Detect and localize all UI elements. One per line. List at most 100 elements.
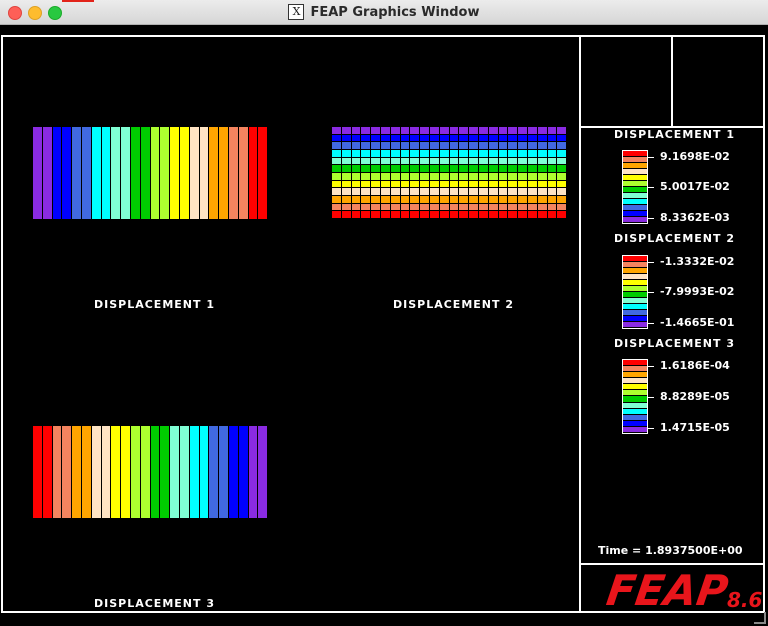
x11-icon: X	[288, 4, 305, 20]
mesh-cell	[527, 150, 538, 158]
mesh-cell	[547, 142, 558, 151]
mesh-cell	[351, 127, 362, 135]
contour-band	[91, 127, 102, 219]
mesh-cell	[518, 196, 528, 204]
mesh-cell	[547, 196, 558, 204]
mesh-cell	[439, 157, 450, 166]
mesh-cell	[449, 142, 460, 151]
mesh-cell	[508, 157, 519, 166]
contour-band	[332, 150, 568, 158]
contour-band	[238, 426, 249, 518]
mesh-cell	[488, 134, 499, 143]
mesh-cell	[449, 211, 460, 220]
mesh-cell	[518, 211, 528, 220]
mesh-cell	[518, 173, 528, 181]
mesh-cell	[498, 150, 509, 158]
mesh-cell	[380, 188, 391, 197]
mesh-cell	[410, 157, 421, 166]
mesh-cell	[518, 180, 528, 189]
mesh-cell	[341, 180, 352, 189]
mesh-cell	[488, 173, 499, 181]
mesh-cell	[332, 134, 342, 143]
mesh-cell	[332, 165, 342, 174]
mesh-cell	[380, 157, 391, 166]
mesh-cell	[420, 142, 430, 151]
mesh-cell	[410, 203, 421, 212]
mesh-cell	[420, 157, 430, 166]
mesh-cell	[469, 180, 479, 189]
feap-logo: FEAP	[603, 566, 732, 615]
mesh-cell	[478, 127, 489, 135]
mesh-cell	[361, 188, 372, 197]
mesh-cell	[508, 211, 519, 220]
mesh-cell	[478, 203, 489, 212]
mesh-cell	[498, 196, 509, 204]
contour-band	[199, 426, 210, 518]
mesh-cell	[341, 203, 352, 212]
mesh-cell	[420, 196, 430, 204]
mesh-cell	[469, 165, 479, 174]
contour-band	[170, 127, 180, 219]
mesh-cell	[400, 157, 411, 166]
title-bar[interactable]: X FEAP Graphics Window	[0, 0, 768, 25]
mesh-cell	[439, 165, 450, 174]
mesh-cell	[351, 142, 362, 151]
legend-colorbar-2	[622, 255, 648, 329]
legend-tick	[648, 428, 654, 429]
mesh-cell	[557, 165, 568, 174]
legend-divider-bottom	[579, 563, 765, 565]
mesh-cell	[478, 165, 489, 174]
contour-band	[258, 426, 269, 518]
contour-band	[72, 426, 82, 518]
contour-band	[33, 127, 43, 219]
legend-3-max: 1.6186E-04	[660, 359, 730, 372]
mesh-cell	[380, 127, 391, 135]
mesh-cell	[518, 165, 528, 174]
contour-band	[91, 426, 102, 518]
resize-grip-icon[interactable]	[754, 612, 766, 624]
mesh-cell	[498, 165, 509, 174]
mesh-cell	[469, 127, 479, 135]
mesh-cell	[459, 142, 470, 151]
mesh-cell	[488, 211, 499, 220]
mesh-cell	[410, 180, 421, 189]
mesh-cell	[429, 157, 440, 166]
contour-band	[130, 426, 141, 518]
mesh-cell	[439, 134, 450, 143]
mesh-cell	[557, 196, 568, 204]
mesh-cell	[429, 127, 440, 135]
mesh-cell	[469, 196, 479, 204]
mesh-cell	[400, 211, 411, 220]
mesh-cell	[557, 188, 568, 197]
mesh-cell	[410, 173, 421, 181]
mesh-cell	[537, 196, 548, 204]
mesh-cell	[380, 134, 391, 143]
mesh-cell	[361, 142, 372, 151]
mesh-cell	[371, 134, 381, 143]
contour-band	[101, 127, 112, 219]
displacement-2-contour	[332, 127, 568, 220]
contour-band	[189, 127, 200, 219]
contour-band	[72, 127, 82, 219]
mesh-cell	[527, 188, 538, 197]
mesh-cell	[351, 150, 362, 158]
contour-band	[150, 127, 161, 219]
mesh-cell	[478, 188, 489, 197]
mesh-cell	[380, 211, 391, 220]
mesh-cell	[459, 127, 470, 135]
mesh-cell	[557, 211, 568, 220]
mesh-cell	[361, 173, 372, 181]
mesh-cell	[351, 165, 362, 174]
legend-3-min: 1.4715E-05	[660, 421, 730, 434]
mesh-cell	[410, 142, 421, 151]
legend-tick	[648, 157, 654, 158]
mesh-cell	[400, 134, 411, 143]
displacement-1-contour	[33, 127, 269, 219]
mesh-cell	[400, 188, 411, 197]
mesh-cell	[508, 127, 519, 135]
mesh-cell	[400, 127, 411, 135]
mesh-cell	[527, 157, 538, 166]
mesh-cell	[420, 165, 430, 174]
time-readout: Time = 1.8937500E+00	[598, 544, 743, 557]
mesh-cell	[459, 196, 470, 204]
